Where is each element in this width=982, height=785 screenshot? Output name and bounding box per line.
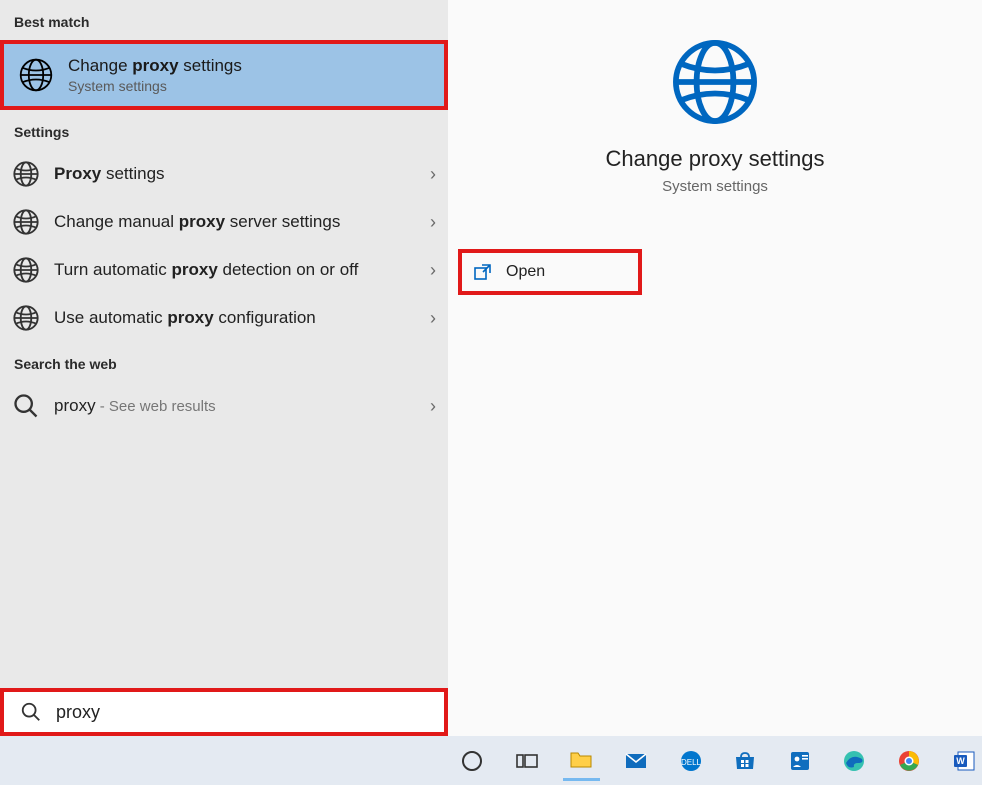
globe-icon [18,57,54,93]
settings-item-3[interactable]: Use automatic proxy configuration › [0,294,448,342]
feedback-icon[interactable] [782,741,819,781]
edge-icon[interactable] [836,741,873,781]
svg-text:W: W [956,756,965,766]
section-settings: Settings [0,110,448,150]
settings-item-label: Turn automatic proxy detection on or off [54,259,416,281]
mail-icon[interactable] [618,741,655,781]
task-view-icon[interactable] [509,741,546,781]
open-button[interactable]: Open [458,249,642,295]
settings-item-label: Proxy settings [54,163,416,185]
search-icon [20,701,42,723]
globe-icon [12,208,40,236]
chevron-right-icon: › [430,396,436,417]
web-result-label: proxy - See web results [54,395,416,417]
settings-item-0[interactable]: Proxy settings › [0,150,448,198]
taskbar: DELL W [0,736,982,785]
search-icon [12,392,40,420]
globe-icon [12,304,40,332]
chevron-right-icon: › [430,260,436,281]
section-search-web: Search the web [0,342,448,382]
search-box[interactable] [0,688,448,736]
preview-title: Change proxy settings [448,146,982,172]
globe-icon [12,256,40,284]
chevron-right-icon: › [430,212,436,233]
section-best-match: Best match [0,0,448,40]
cortana-icon[interactable] [454,741,491,781]
settings-item-1[interactable]: Change manual proxy server settings › [0,198,448,246]
best-match-result[interactable]: Change proxy settings System settings [0,40,448,110]
globe-icon [669,36,761,128]
search-input[interactable] [56,702,428,723]
settings-item-label: Change manual proxy server settings [54,211,416,233]
store-icon[interactable] [727,741,764,781]
preview-subtitle: System settings [448,178,982,195]
chevron-right-icon: › [430,308,436,329]
chrome-icon[interactable] [891,741,928,781]
best-match-subtitle: System settings [68,78,242,94]
chevron-right-icon: › [430,164,436,185]
settings-item-2[interactable]: Turn automatic proxy detection on or off… [0,246,448,294]
best-match-title: Change proxy settings [68,56,242,76]
settings-item-label: Use automatic proxy configuration [54,307,416,329]
web-result[interactable]: proxy - See web results › [0,382,448,430]
file-explorer-icon[interactable] [563,741,600,781]
open-label: Open [506,263,545,281]
word-icon[interactable]: W [945,741,982,781]
globe-icon [12,160,40,188]
open-icon [474,263,492,281]
svg-text:DELL: DELL [681,758,702,767]
dell-icon[interactable]: DELL [672,741,709,781]
